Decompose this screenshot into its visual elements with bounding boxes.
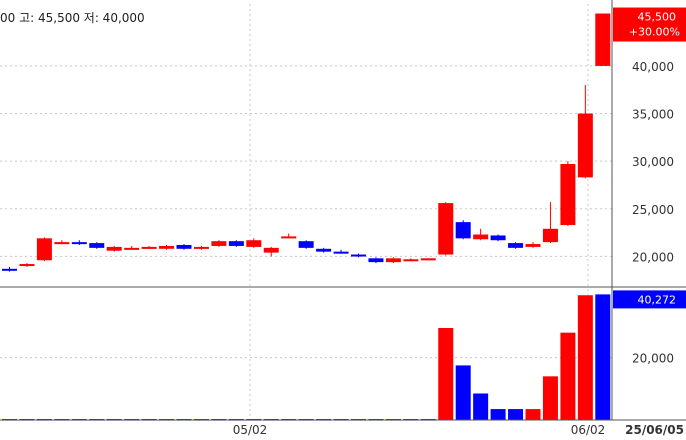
candle [595, 13, 611, 66]
volume-bar [473, 393, 489, 420]
candle [403, 258, 419, 262]
candle-body [54, 242, 70, 245]
candle [106, 245, 122, 252]
candle [473, 228, 489, 241]
candle [124, 245, 140, 250]
candle-body [351, 254, 366, 257]
candle [36, 237, 52, 262]
candle-body [542, 228, 558, 243]
candle-body [106, 246, 122, 251]
price-tick-label: 25,000 [632, 203, 674, 217]
volume-bar [455, 365, 471, 420]
candle [71, 240, 87, 245]
x-tick-label: 06/02 [571, 423, 606, 437]
volume-bar [595, 294, 611, 420]
candle [351, 253, 366, 258]
candle [193, 245, 209, 250]
candle [2, 266, 17, 272]
candle [211, 240, 227, 247]
candle [542, 202, 558, 244]
volume-bar [490, 409, 506, 420]
candle [525, 242, 541, 248]
candle-body [193, 246, 209, 249]
candle-body [176, 244, 192, 249]
candle [159, 244, 175, 250]
candle-body [595, 13, 611, 66]
candle-body [71, 242, 87, 245]
candle [298, 240, 314, 249]
candle-body [385, 258, 401, 263]
candle [246, 238, 262, 248]
price-tick-label: 30,000 [632, 155, 674, 169]
candle-body [560, 164, 576, 225]
last-volume-label: 40,272 [638, 293, 677, 306]
candle [385, 257, 401, 264]
candle [490, 234, 506, 242]
volume-bar [438, 327, 454, 420]
price-candles [2, 13, 611, 272]
candle [577, 84, 593, 179]
x-tick-label: 05/02 [233, 423, 268, 437]
price-tick-label: 20,000 [632, 250, 674, 264]
last-price-label: 45,500 [638, 11, 677, 24]
volume-bar [577, 295, 593, 420]
volume-tick-label: 20,000 [632, 352, 674, 366]
candle-body [490, 235, 506, 241]
candle [368, 257, 384, 264]
volume-bar [542, 376, 558, 420]
price-tick-label: 35,000 [632, 108, 674, 122]
candle [89, 242, 105, 249]
candle [141, 245, 157, 249]
candle-body [333, 251, 349, 254]
candle-body [577, 113, 593, 178]
candle-body [438, 203, 454, 255]
stock-chart: 20,000 25,000 30,000 35,000 40,000 20,000 05/0… [0, 0, 686, 437]
price-tick-label: 40,000 [632, 60, 674, 74]
candle-body [298, 241, 314, 248]
candle [455, 220, 471, 240]
candle-body [403, 259, 419, 262]
candle-body [89, 243, 105, 248]
candle [560, 161, 576, 226]
candle [333, 249, 349, 254]
candle-body [2, 268, 17, 271]
candle [263, 246, 279, 257]
candle-body [19, 264, 35, 267]
candle [438, 202, 454, 256]
candle-body [124, 247, 140, 250]
candle [420, 258, 436, 261]
candle [228, 240, 244, 247]
volume-bar [508, 409, 524, 420]
candle-body [281, 236, 297, 239]
candle [281, 233, 297, 239]
candle [316, 247, 332, 253]
candle [176, 244, 192, 250]
candle-body [211, 241, 227, 246]
candle-body [508, 243, 524, 248]
candle [508, 242, 524, 249]
date-footer: 25/06/05 [625, 423, 684, 437]
volume-bar [525, 409, 541, 420]
candle [54, 240, 70, 245]
candle [19, 263, 35, 267]
candle-body [473, 234, 489, 240]
candle-body [316, 248, 332, 252]
last-change-label: +30.00% [629, 26, 680, 39]
candle-body [263, 247, 279, 253]
candle-body [228, 241, 244, 246]
candle-body [141, 246, 157, 249]
candle-body [368, 258, 384, 263]
candle-body [246, 240, 262, 247]
candle-body [420, 258, 436, 261]
grid-layer [0, 4, 612, 420]
candle-body [36, 238, 52, 261]
candle-body [525, 244, 541, 247]
volume-bar [560, 332, 576, 420]
candle-body [455, 222, 471, 239]
candle-body [159, 245, 175, 249]
